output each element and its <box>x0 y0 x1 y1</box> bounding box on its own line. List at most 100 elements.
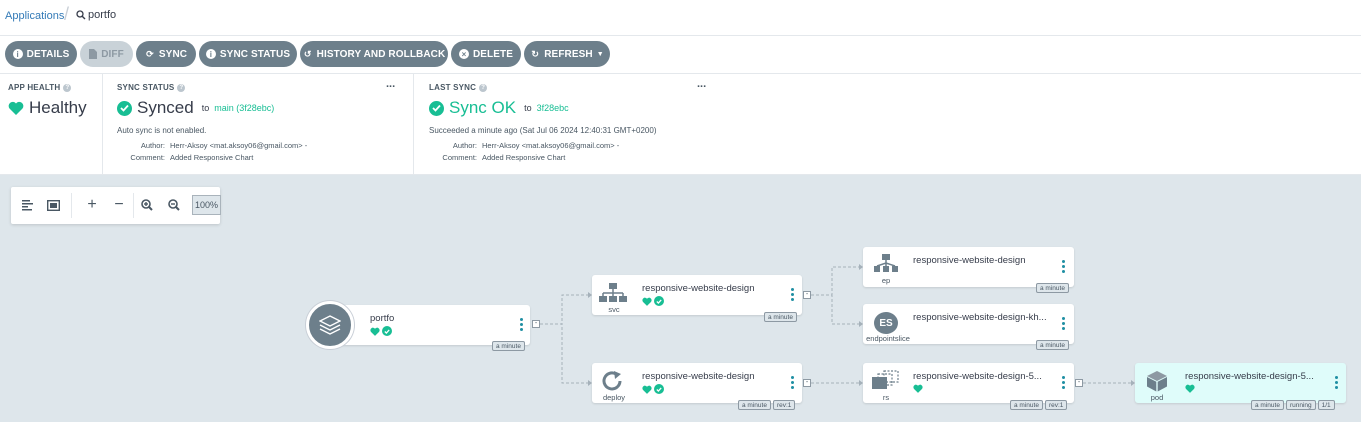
diff-button-label: DIFF <box>101 48 124 60</box>
delete-button[interactable]: × DELETE <box>451 41 521 67</box>
endpointslice-node[interactable]: ES endpointslice responsive-website-desi… <box>863 304 1074 344</box>
node-tags: a minute rev:1 <box>738 400 796 410</box>
help-icon[interactable]: ? <box>177 83 186 92</box>
synced-check-icon <box>654 384 664 394</box>
node-tags: a minute <box>1036 340 1069 350</box>
file-icon <box>89 49 98 59</box>
app-health-value: Healthy <box>8 98 87 118</box>
heart-icon <box>642 385 652 394</box>
node-health <box>642 296 664 306</box>
node-kind: pod <box>1150 393 1164 402</box>
node-tags: a minute rev:1 <box>1010 400 1068 410</box>
node-tags: a minute <box>492 341 525 351</box>
top-bar: Applications / portfo <box>0 0 1361 36</box>
node-name: responsive-website-design <box>642 371 755 382</box>
breadcrumb-applications-link[interactable]: Applications <box>5 10 64 22</box>
refresh-icon: ↻ <box>531 48 540 59</box>
rs-node[interactable]: rs responsive-website-design-5... <box>863 363 1074 403</box>
last-sync-value: Sync OK to 3f28ebc <box>429 98 569 118</box>
app-health-label: Healthy <box>29 98 87 117</box>
node-menu-icon[interactable] <box>1062 260 1066 275</box>
resource-tree-graph[interactable]: + − 100% portfo a minute - svc responsiv… <box>0 175 1361 422</box>
last-sync-succeeded: Succeeded a minute ago (Sat Jul 06 2024 … <box>429 126 657 135</box>
node-kind: deploy <box>602 393 626 402</box>
divider <box>413 74 414 174</box>
author-label: Author: <box>140 141 165 150</box>
last-sync-title-label: LAST SYNC <box>429 83 477 92</box>
history-rollback-button[interactable]: ↺ HISTORY AND ROLLBACK <box>300 41 448 67</box>
pod-cube-icon <box>1147 371 1167 392</box>
breadcrumb-separator: / <box>64 4 70 24</box>
collapse-toggle[interactable]: - <box>803 379 811 387</box>
author-label: Author: <box>452 141 477 150</box>
synced-check-icon <box>382 326 392 336</box>
sync-icon: ⟳ <box>146 48 154 59</box>
refresh-button[interactable]: ↻ REFRESH ▼ <box>524 41 610 67</box>
revision-tag: rev:1 <box>772 400 796 410</box>
heart-icon <box>1185 384 1195 393</box>
node-name: responsive-website-design <box>913 255 1026 266</box>
node-menu-icon[interactable] <box>1062 376 1066 391</box>
node-kind: svc <box>608 305 620 314</box>
breadcrumb-current-label: portfo <box>88 9 117 21</box>
last-sync-comment-row: Comment: Added Responsive Chart <box>422 153 565 162</box>
heart-icon <box>642 297 652 306</box>
help-icon[interactable]: ? <box>63 83 72 92</box>
node-menu-icon[interactable] <box>791 376 795 391</box>
caret-down-icon: ▼ <box>596 50 604 58</box>
node-menu-icon[interactable] <box>1335 376 1339 391</box>
comment-label: Comment: <box>130 153 165 162</box>
deploy-node[interactable]: deploy responsive-website-design <box>592 363 802 403</box>
ready-tag: 1/1 <box>1317 400 1335 410</box>
info-icon: i <box>12 49 23 59</box>
delete-button-label: DELETE <box>472 48 514 60</box>
check-circle-icon <box>117 100 132 116</box>
deploy-icon <box>602 371 622 391</box>
node-health <box>642 384 664 394</box>
node-menu-icon[interactable] <box>520 318 524 333</box>
node-health <box>370 326 392 336</box>
node-health <box>1185 384 1195 393</box>
sync-button[interactable]: ⟳ SYNC <box>136 41 196 67</box>
author-value: Herr-Aksoy <mat.aksoy06@gmail.com> - <box>170 141 308 150</box>
node-tags: a minute <box>1036 283 1069 293</box>
pod-node[interactable]: pod responsive-website-design-5... <box>1135 363 1346 403</box>
sync-status-title: SYNC STATUS ? <box>117 83 186 92</box>
diff-button[interactable]: DIFF <box>80 41 133 67</box>
app-layers-icon <box>306 301 354 349</box>
comment-value: Added Responsive Chart <box>170 153 254 162</box>
node-menu-icon[interactable] <box>1062 317 1066 332</box>
sync-status-button[interactable]: i SYNC STATUS <box>199 41 297 67</box>
collapse-toggle[interactable]: - <box>803 291 811 299</box>
last-sync-to-label: to <box>524 103 532 113</box>
node-kind: endpointslice <box>866 334 910 343</box>
heart-icon <box>913 384 923 393</box>
app-node[interactable]: portfo <box>330 305 530 345</box>
details-button[interactable]: i DETAILS <box>5 41 77 67</box>
details-button-label: DETAILS <box>26 48 70 60</box>
node-menu-icon[interactable] <box>791 288 795 303</box>
action-toolbar: i DETAILS DIFF ⟳ SYNC i SYNC STATUS ↺ HI… <box>0 36 1361 74</box>
collapse-toggle[interactable]: - <box>532 320 540 328</box>
help-icon[interactable]: ? <box>479 83 488 92</box>
age-tag: a minute <box>492 341 525 351</box>
age-tag: a minute <box>1036 283 1069 293</box>
age-tag: a minute <box>1251 400 1284 410</box>
breadcrumb-current[interactable]: portfo <box>76 9 116 21</box>
last-sync-revision-link[interactable]: 3f28ebc <box>537 103 569 113</box>
last-sync-more-button[interactable]: ... <box>697 78 706 90</box>
auto-sync-note: Auto sync is not enabled. <box>117 126 207 135</box>
heart-icon <box>8 101 24 115</box>
svc-node[interactable]: svc responsive-website-design <box>592 275 802 315</box>
sync-revision-link[interactable]: main (3f28ebc) <box>214 103 274 113</box>
sync-status-value: Synced to main (3f28ebc) <box>117 98 274 118</box>
service-icon <box>599 283 627 302</box>
revision-tag: rev:1 <box>1044 400 1068 410</box>
age-tag: a minute <box>1036 340 1069 350</box>
ep-node[interactable]: ep responsive-website-design <box>863 247 1074 287</box>
node-tags: a minute <box>764 312 797 322</box>
sync-status-more-button[interactable]: ... <box>386 78 395 90</box>
history-icon: ↺ <box>303 48 312 59</box>
collapse-toggle[interactable]: - <box>1075 379 1083 387</box>
node-health <box>913 384 923 393</box>
